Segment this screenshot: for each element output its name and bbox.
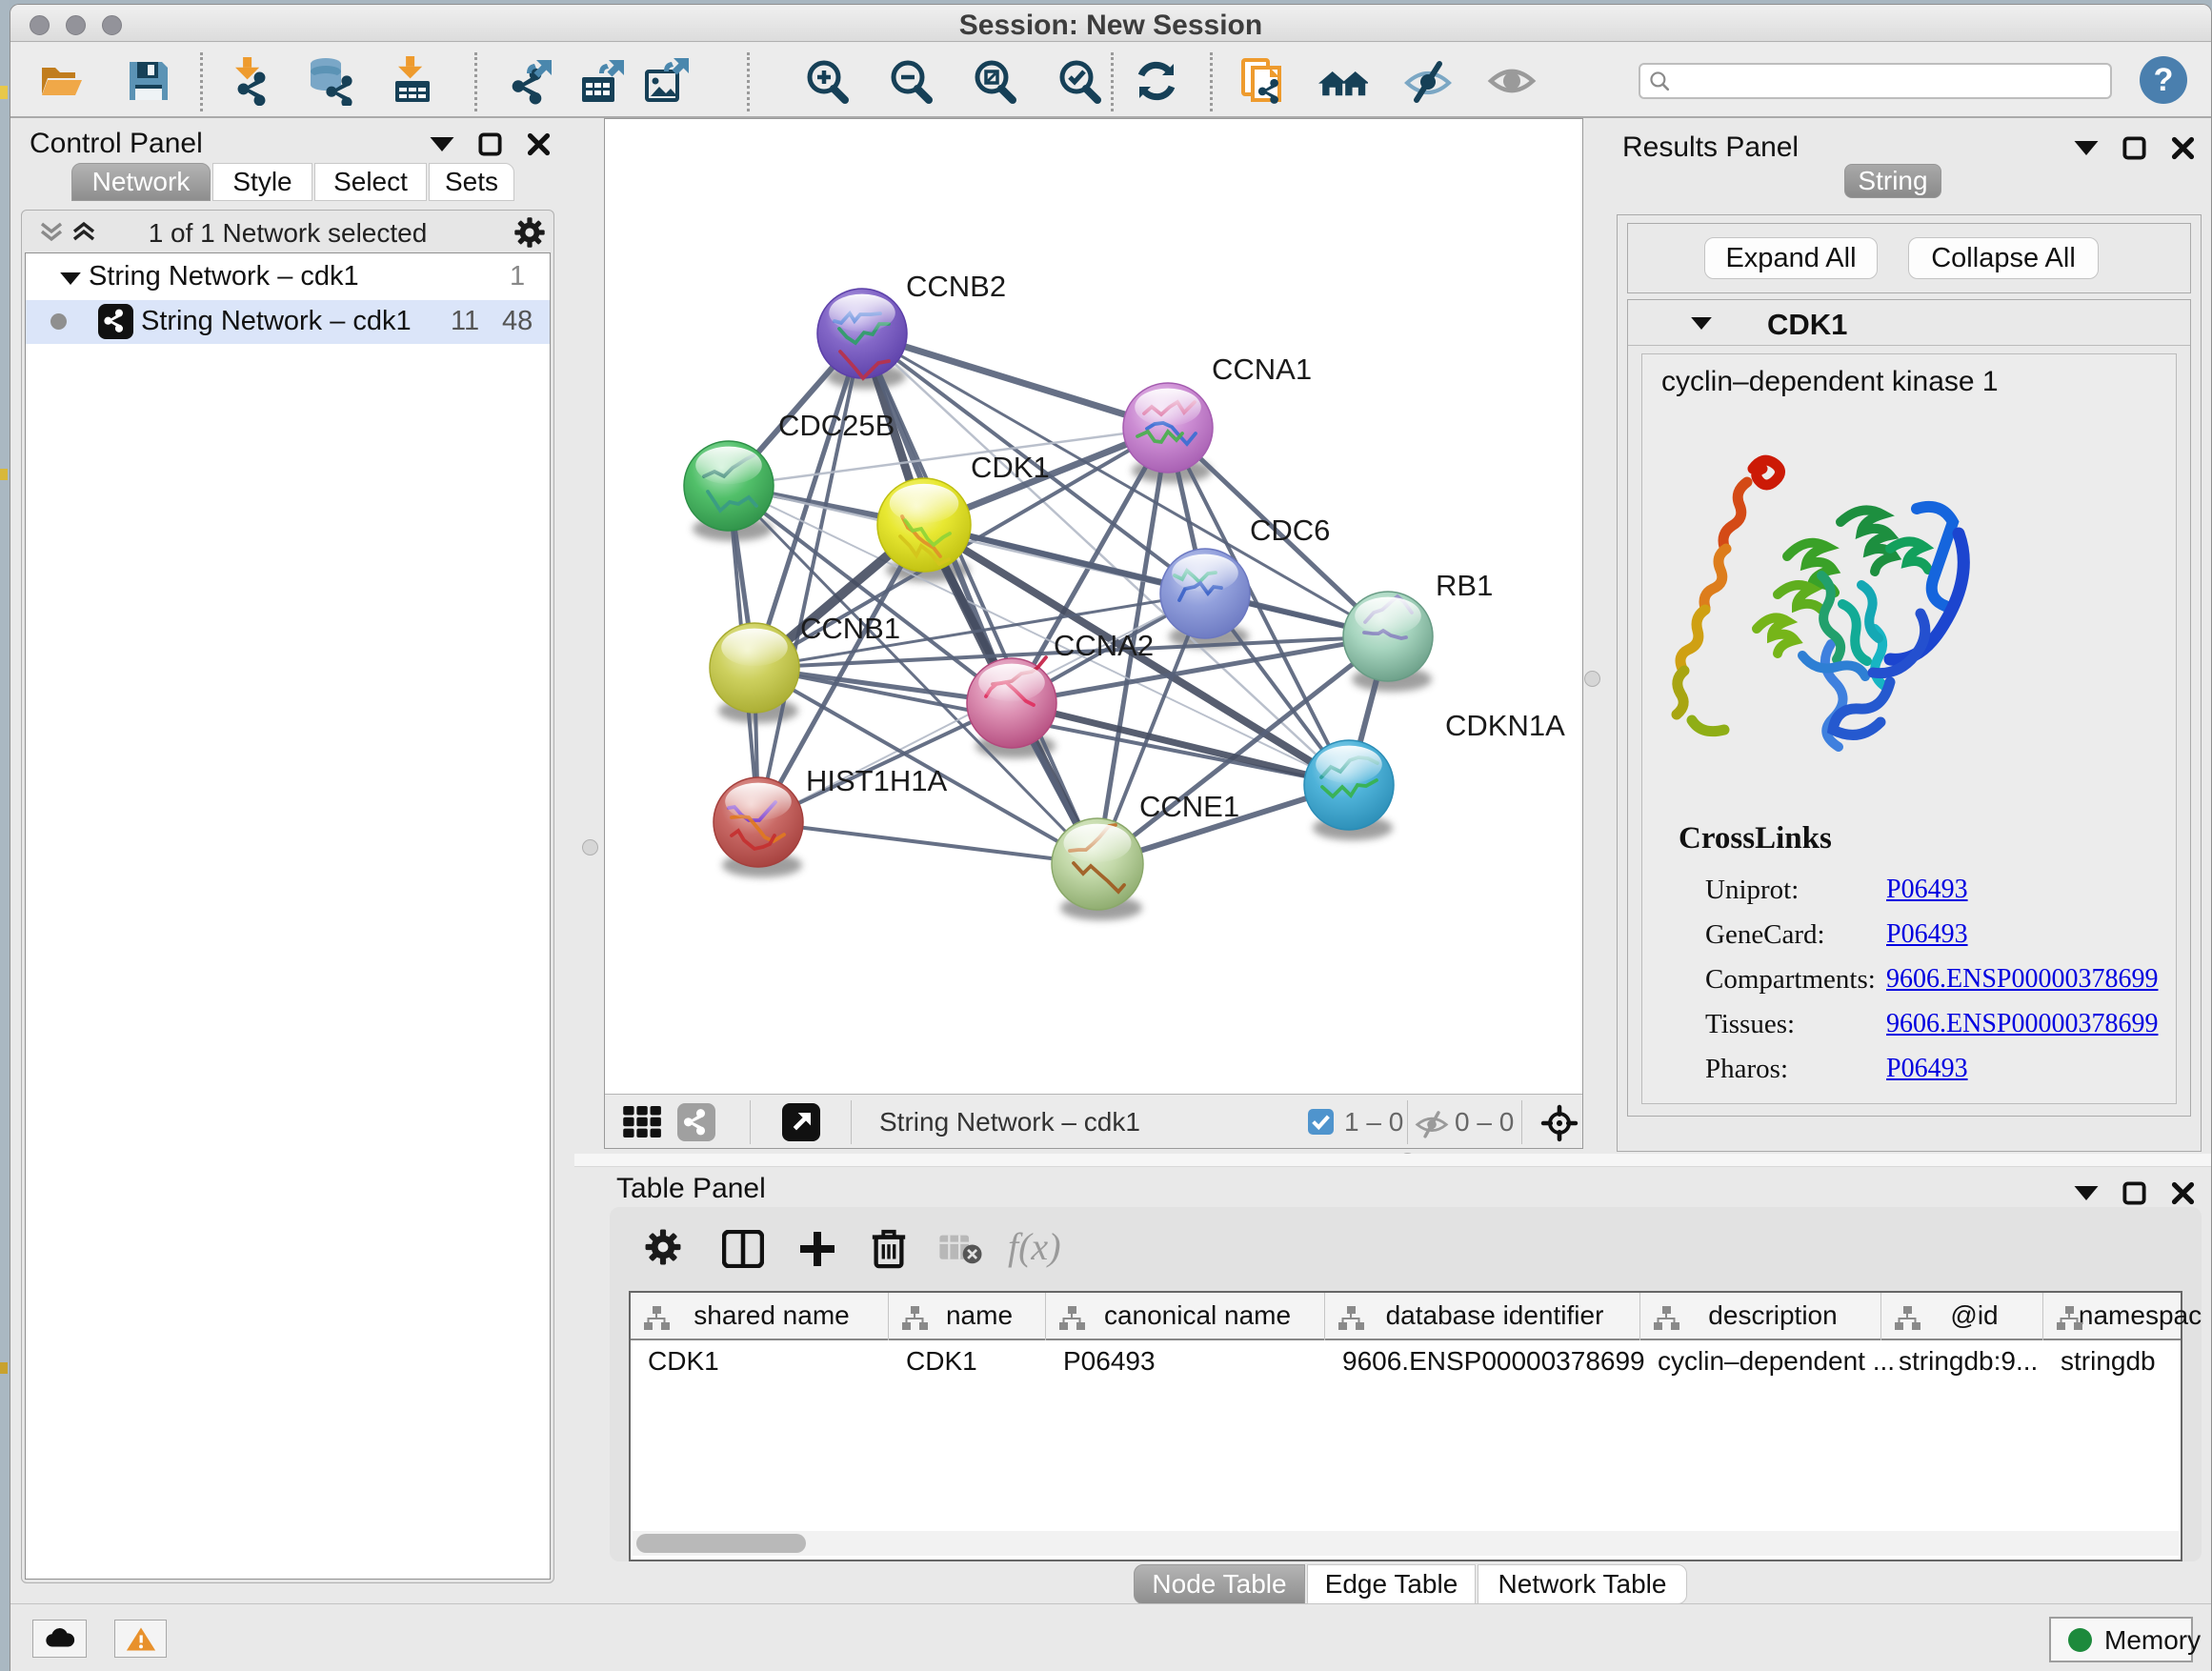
svg-text:CDK1: CDK1	[971, 451, 1050, 484]
svg-text:CCNA2: CCNA2	[1054, 629, 1154, 662]
svg-text:CCNA1: CCNA1	[1212, 352, 1312, 386]
svg-text:CCNE1: CCNE1	[1139, 790, 1239, 823]
svg-text:HIST1H1A: HIST1H1A	[806, 764, 947, 797]
svg-text:CDC6: CDC6	[1250, 513, 1330, 547]
svg-text:CCNB1: CCNB1	[800, 612, 900, 645]
svg-text:CDC25B: CDC25B	[778, 409, 895, 442]
svg-text:CDKN1A: CDKN1A	[1445, 709, 1565, 742]
svg-text:RB1: RB1	[1436, 569, 1493, 602]
svg-text:CCNB2: CCNB2	[906, 270, 1006, 303]
